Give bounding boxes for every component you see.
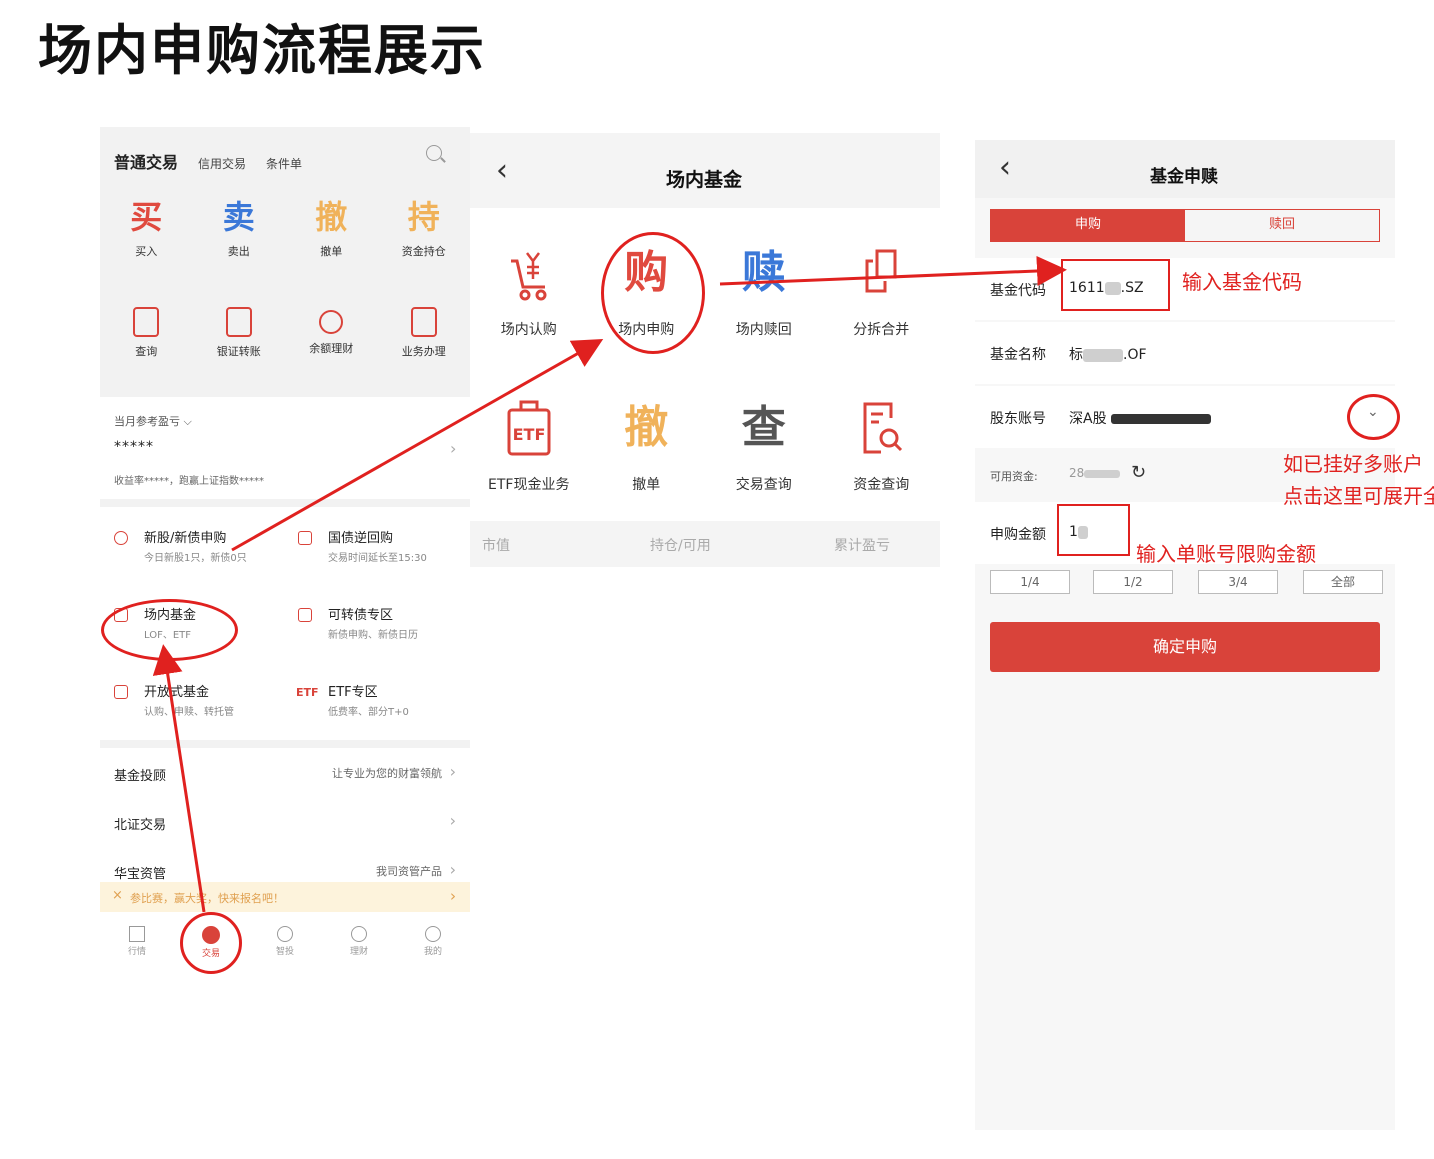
flow-arrows — [152, 255, 1067, 913]
arrow-purchase-to-code — [719, 255, 1067, 286]
arrow-tab-to-fund — [152, 644, 206, 913]
arrow-fund-to-purchase — [231, 339, 604, 552]
